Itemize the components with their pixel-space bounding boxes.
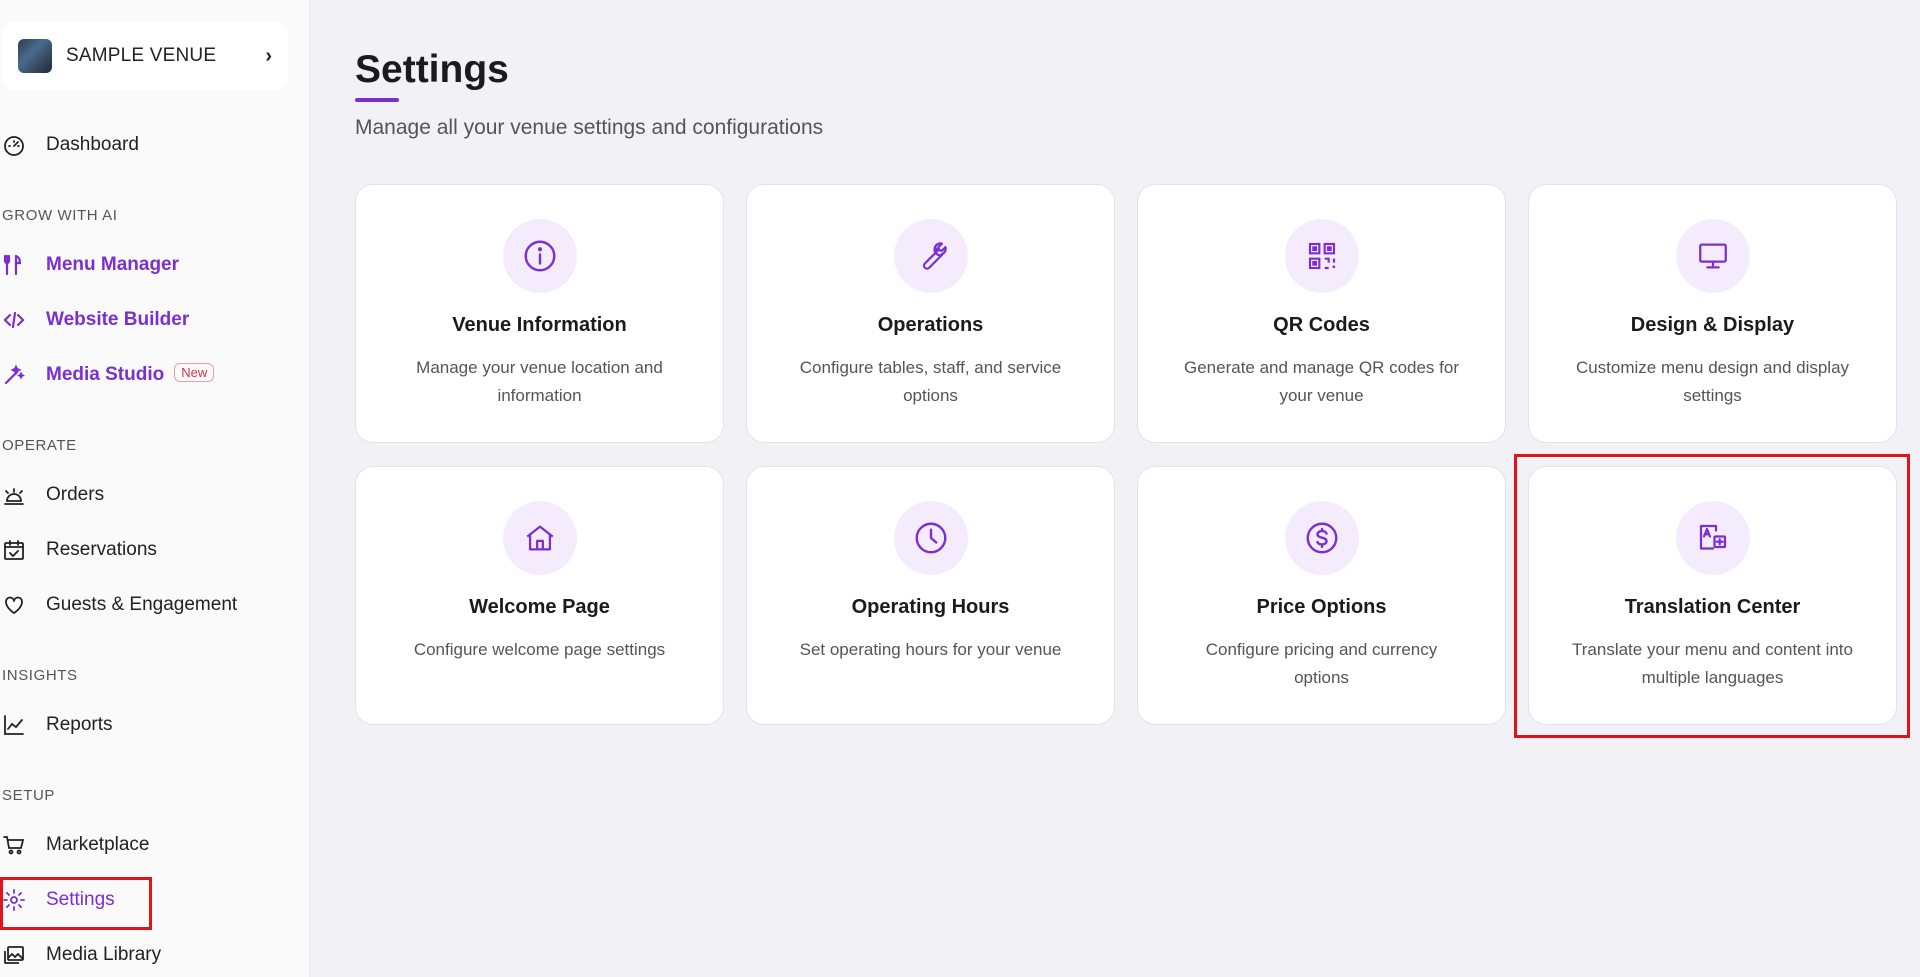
sidebar-item-dashboard[interactable]: Dashboard — [0, 125, 300, 165]
sidebar-item-marketplace[interactable]: Marketplace — [0, 825, 300, 865]
venue-name: SAMPLE VENUE — [66, 45, 217, 66]
wrench-icon — [894, 219, 968, 293]
code-icon — [0, 306, 28, 334]
calendar-check-icon — [0, 536, 28, 564]
section-label-insights: INSIGHTS — [2, 667, 78, 684]
sidebar-item-label: Media Library — [46, 944, 162, 965]
card-title: Venue Information — [452, 314, 627, 336]
sidebar-item-guests[interactable]: Guests & Engagement — [0, 585, 300, 625]
page-subtitle: Manage all your venue settings and confi… — [355, 116, 824, 139]
sidebar-item-menu-manager[interactable]: Menu Manager — [0, 245, 300, 285]
sidebar-item-label-wrap: Media Studio New — [46, 363, 215, 386]
sidebar-item-label: Dashboard — [46, 134, 139, 155]
card-title: Price Options — [1256, 596, 1387, 618]
card-operations[interactable]: Operations Configure tables, staff, and … — [746, 184, 1115, 443]
venue-avatar — [18, 39, 52, 73]
card-venue-information[interactable]: Venue Information Manage your venue loca… — [355, 184, 724, 443]
section-label-setup: SETUP — [2, 787, 56, 804]
chevron-right-icon: › — [265, 44, 272, 67]
sidebar-item-label: Media Studio — [46, 364, 165, 385]
clock-icon — [894, 501, 968, 575]
card-description: Configure pricing and currency options — [1205, 640, 1438, 687]
card-title: Operations — [877, 314, 984, 336]
sidebar-item-label: Reservations — [46, 539, 157, 560]
sidebar: SAMPLE VENUE › Dashboard GROW WITH AI Me… — [0, 0, 310, 977]
new-badge: New — [174, 363, 215, 383]
card-description: Customize menu design and display settin… — [1575, 358, 1850, 405]
gauge-icon — [0, 131, 28, 159]
card-title: Translation Center — [1624, 596, 1801, 618]
card-price-options[interactable]: Price Options Configure pricing and curr… — [1137, 466, 1506, 725]
card-description: Set operating hours for your venue — [799, 640, 1062, 659]
sidebar-item-label: Reports — [46, 714, 113, 735]
home-icon — [503, 501, 577, 575]
card-title: Operating Hours — [851, 596, 1010, 618]
card-welcome-page[interactable]: Welcome Page Configure welcome page sett… — [355, 466, 724, 725]
card-title: Welcome Page — [469, 596, 610, 618]
line-chart-icon — [0, 711, 28, 739]
monitor-icon — [1676, 219, 1750, 293]
alarm-bell-icon — [0, 481, 28, 509]
translate-icon — [1676, 501, 1750, 575]
gear-icon — [0, 886, 28, 914]
dollar-icon — [1285, 501, 1359, 575]
card-operating-hours[interactable]: Operating Hours Set operating hours for … — [746, 466, 1115, 725]
card-description: Configure tables, staff, and service opt… — [799, 358, 1062, 405]
card-description: Generate and manage QR codes for your ve… — [1184, 358, 1459, 405]
card-title: QR Codes — [1273, 314, 1370, 336]
sidebar-item-orders[interactable]: Orders — [0, 475, 300, 515]
card-design-display[interactable]: Design & Display Customize menu design a… — [1528, 184, 1897, 443]
heart-icon — [0, 591, 28, 619]
sidebar-item-media-library[interactable]: Media Library — [0, 935, 300, 975]
sidebar-item-reports[interactable]: Reports — [0, 705, 300, 745]
card-title: Design & Display — [1630, 314, 1795, 336]
section-label-grow: GROW WITH AI — [2, 207, 118, 224]
qr-code-icon — [1285, 219, 1359, 293]
sidebar-item-label: Settings — [46, 889, 115, 910]
sidebar-item-label: Marketplace — [46, 834, 150, 855]
cart-icon — [0, 831, 28, 859]
card-translation-center[interactable]: Translation Center Translate your menu a… — [1528, 466, 1897, 725]
venue-switcher[interactable]: SAMPLE VENUE › — [2, 22, 288, 90]
sidebar-item-label: Guests & Engagement — [46, 594, 238, 615]
info-icon — [503, 219, 577, 293]
sidebar-item-label: Menu Manager — [46, 254, 180, 275]
card-qr-codes[interactable]: QR Codes Generate and manage QR codes fo… — [1137, 184, 1506, 443]
magic-wand-icon — [0, 361, 28, 389]
images-icon — [0, 941, 28, 969]
sidebar-item-settings[interactable]: Settings — [0, 880, 300, 920]
sidebar-item-label: Website Builder — [46, 309, 190, 330]
page-title: Settings — [355, 48, 509, 91]
section-label-operate: OPERATE — [2, 437, 77, 454]
title-underline — [355, 98, 399, 102]
sidebar-item-reservations[interactable]: Reservations — [0, 530, 300, 570]
sidebar-item-website-builder[interactable]: Website Builder — [0, 300, 300, 340]
sidebar-item-label: Orders — [46, 484, 105, 505]
card-description: Configure welcome page settings — [413, 640, 666, 659]
sidebar-item-media-studio[interactable]: Media Studio New — [0, 355, 300, 395]
card-description: Manage your venue location and informati… — [416, 358, 663, 405]
card-description: Translate your menu and content into mul… — [1572, 640, 1853, 687]
utensils-icon — [0, 251, 28, 279]
